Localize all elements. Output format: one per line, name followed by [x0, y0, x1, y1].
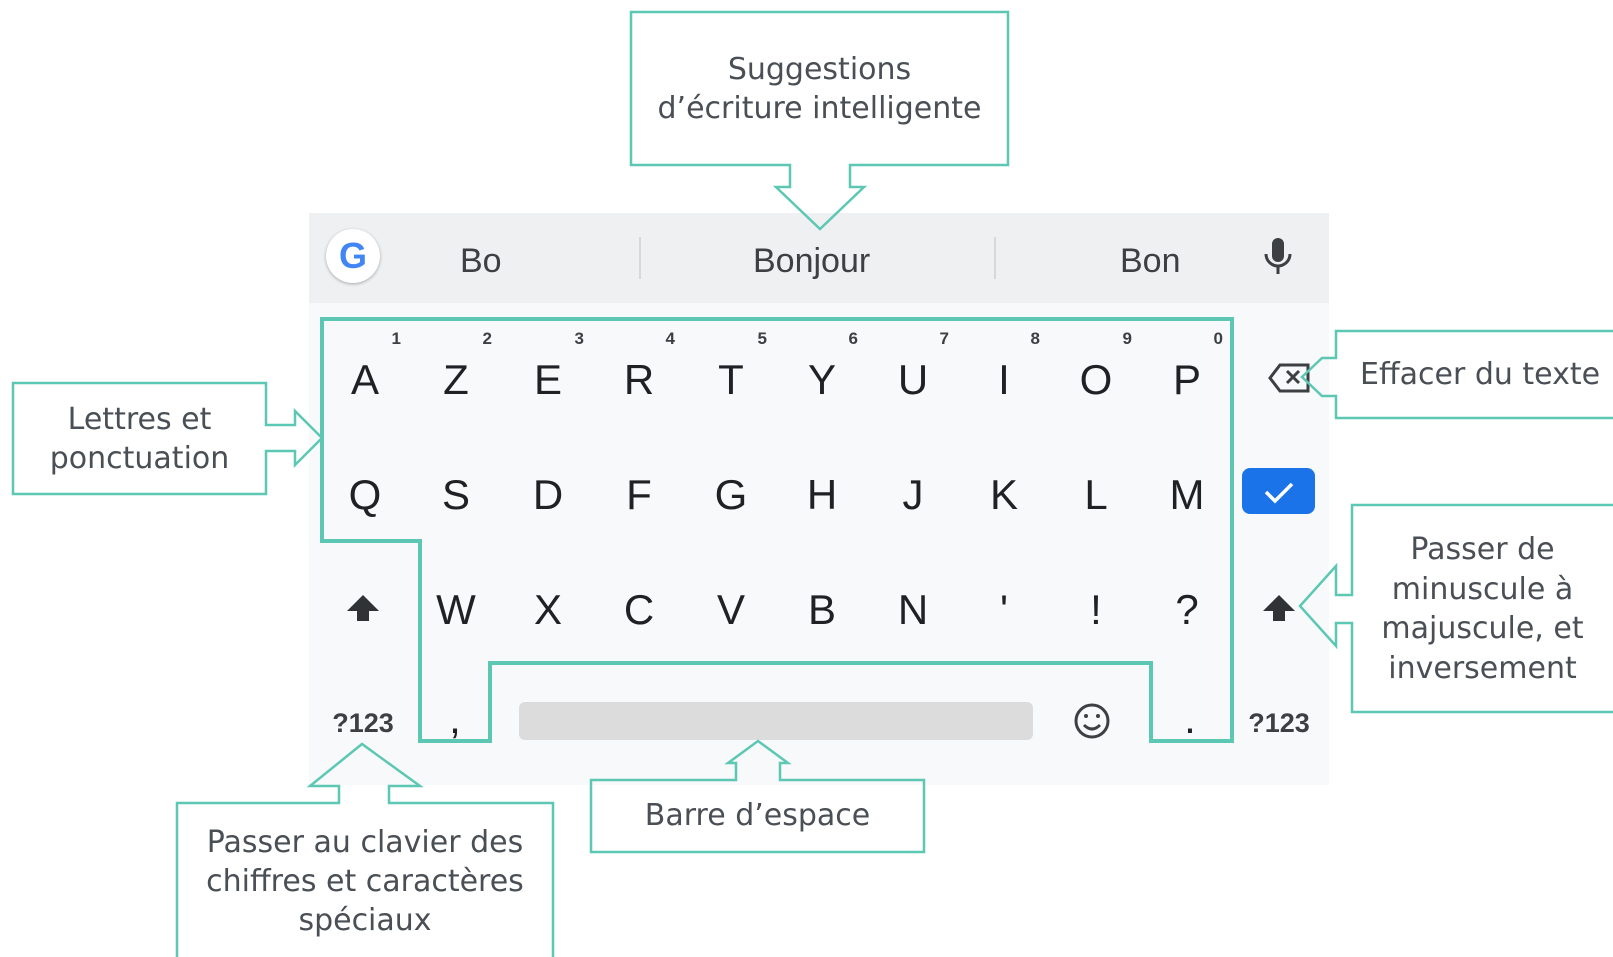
letter-key[interactable]: K [974, 470, 1034, 520]
letter-key[interactable]: O9 [1066, 329, 1132, 405]
key-label: G [714, 471, 748, 518]
callout-line: Barre d’espace [644, 798, 871, 833]
key-label: Y [807, 356, 836, 403]
key-label: T [718, 356, 744, 403]
key-label: O [1079, 356, 1113, 403]
key-label: B [807, 586, 836, 633]
letter-key[interactable]: H [792, 470, 852, 520]
key-label: ' [999, 586, 1009, 633]
letter-key[interactable]: T5 [701, 329, 767, 405]
letter-key[interactable]: Z2 [426, 329, 492, 405]
letter-key[interactable]: ' [974, 585, 1034, 635]
key-label: F [626, 471, 652, 518]
key-number-hint: 1 [391, 329, 401, 348]
letter-key[interactable]: I8 [974, 329, 1040, 405]
key-label: X [533, 586, 562, 633]
letter-key[interactable]: C [609, 585, 669, 635]
letter-key[interactable]: D [518, 470, 578, 520]
key-label: ! [1090, 586, 1102, 633]
callout-line: Passer de [1410, 532, 1555, 567]
callout-line: ponctuation [49, 441, 230, 476]
key-number-hint: 4 [665, 329, 675, 348]
letter-key[interactable]: Q [335, 470, 395, 520]
callout-line: d’écriture intelligente [657, 91, 982, 126]
letter-key[interactable]: N [883, 585, 943, 635]
key-number-hint: 9 [1122, 329, 1132, 348]
key-label: W [436, 586, 476, 633]
letter-key[interactable]: E3 [518, 329, 584, 405]
letter-key[interactable]: P0 [1157, 329, 1223, 405]
key-label: I [998, 356, 1010, 403]
key-label: H [806, 471, 838, 518]
key-number-hint: 7 [939, 329, 949, 348]
letter-key[interactable]: ? [1157, 585, 1217, 635]
key-label: S [441, 471, 470, 518]
letter-key[interactable]: G [701, 470, 761, 520]
callout-line: Effacer du texte [1360, 357, 1601, 392]
callout-line: inversement [1388, 650, 1577, 686]
case-callout: Passer de minuscule à majuscule, et inve… [1352, 530, 1613, 688]
key-label: Z [443, 356, 469, 403]
callout-line: majuscule, et [1381, 611, 1584, 646]
key-label: M [1169, 471, 1205, 518]
callout-line: chiffres et caractères [206, 864, 524, 899]
space-callout: Barre d’espace [591, 796, 924, 835]
key-label: R [623, 356, 655, 403]
keyboard-diagram: G Bo Bonjour Bon ?123 , . ?123 Suggestio… [0, 0, 1613, 957]
letter-key[interactable]: A1 [335, 329, 401, 405]
key-number-hint: 5 [757, 329, 767, 348]
key-label: V [716, 586, 745, 633]
callout-line: minuscule à [1391, 571, 1574, 607]
letter-key[interactable]: V [701, 585, 761, 635]
key-label: K [989, 471, 1018, 518]
key-label: P [1172, 356, 1201, 403]
letter-key[interactable]: B [792, 585, 852, 635]
key-label: C [623, 586, 655, 633]
callout-line: Passer au clavier des [206, 825, 524, 860]
letter-key[interactable]: M [1157, 470, 1217, 520]
suggestions-callout: Suggestions d’écriture intelligente [631, 50, 1008, 128]
key-number-hint: 8 [1030, 329, 1040, 348]
callout-line: Suggestions [727, 52, 912, 87]
key-label: E [533, 356, 562, 403]
key-label: D [532, 471, 564, 518]
numbers-callout: Passer au clavier des chiffres et caract… [177, 823, 553, 940]
key-label: Q [348, 471, 382, 518]
letter-key[interactable]: U7 [883, 329, 949, 405]
delete-callout: Effacer du texte [1336, 355, 1613, 394]
callout-line: Lettres et [67, 402, 212, 437]
key-label: A [350, 356, 379, 403]
key-label: ? [1175, 586, 1199, 633]
letters-callout: Lettres et ponctuation [13, 400, 266, 478]
callout-line: spéciaux [298, 903, 432, 938]
letter-key[interactable]: L [1066, 470, 1126, 520]
key-number-hint: 3 [574, 329, 584, 348]
letter-key[interactable]: W [426, 585, 486, 635]
letter-key[interactable]: ! [1066, 585, 1126, 635]
letter-key[interactable]: F [609, 470, 669, 520]
letter-key[interactable]: Y6 [792, 329, 858, 405]
key-number-hint: 2 [482, 329, 492, 348]
key-label: N [897, 586, 929, 633]
key-label: L [1084, 471, 1108, 518]
letter-key[interactable]: S [426, 470, 486, 520]
letter-key[interactable]: J [883, 470, 943, 520]
key-number-hint: 6 [848, 329, 858, 348]
key-number-hint: 0 [1213, 329, 1223, 348]
letter-key[interactable]: R4 [609, 329, 675, 405]
key-label: U [897, 356, 929, 403]
letter-key[interactable]: X [518, 585, 578, 635]
key-label: J [902, 471, 924, 518]
